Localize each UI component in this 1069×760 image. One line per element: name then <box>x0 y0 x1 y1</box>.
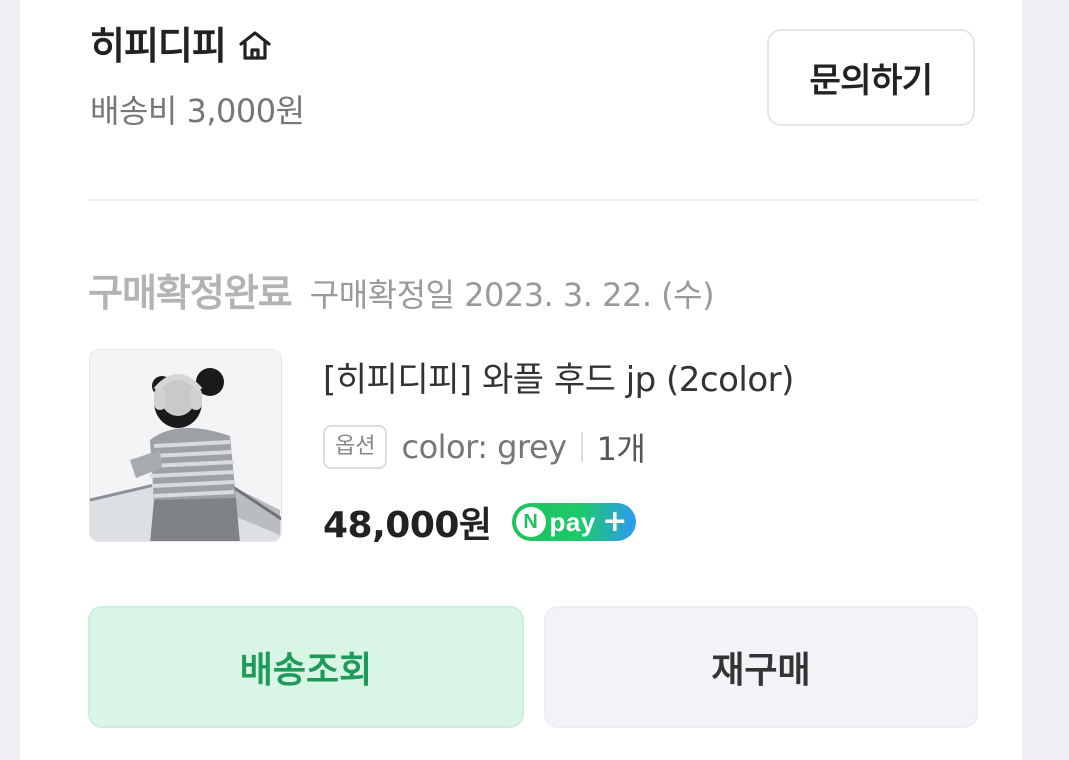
npay-n-mark: N <box>515 507 546 537</box>
option-quantity: 1개 <box>596 430 646 468</box>
naver-pay-plus-icon: N pay + <box>511 503 636 541</box>
inquiry-button[interactable]: 문의하기 <box>767 29 975 126</box>
product-thumbnail[interactable] <box>89 349 282 542</box>
price: 48,000원 <box>323 505 492 546</box>
option-value: color: grey <box>401 428 567 466</box>
npay-plus-mark: + <box>602 504 628 539</box>
product-name[interactable]: [히피디피] 와플 후드 jp (2color) <box>323 357 794 403</box>
home-icon[interactable] <box>236 27 274 65</box>
track-delivery-button[interactable]: 배송조회 <box>88 606 524 728</box>
price-row: 48,000원 N pay + <box>323 494 636 550</box>
divider <box>88 199 979 201</box>
shipping-fee: 배송비 3,000원 <box>90 92 305 130</box>
store-name[interactable]: 히피디피 <box>90 22 227 70</box>
option-separator <box>580 432 583 462</box>
confirm-date: 구매확정일 2023. 3. 22. (수) <box>309 276 715 314</box>
option-row: 옵션 color: grey 1개 <box>323 422 646 472</box>
rebuy-button[interactable]: 재구매 <box>544 606 978 728</box>
order-card: 히피디피 배송비 3,000원 문의하기 구매확정완료 구매확정일 2023. … <box>20 0 1022 760</box>
option-badge: 옵션 <box>323 425 388 469</box>
order-status-row: 구매확정완료 구매확정일 2023. 3. 22. (수) <box>88 262 715 317</box>
npay-text: pay <box>549 506 596 537</box>
order-status: 구매확정완료 <box>88 271 293 315</box>
store-header[interactable]: 히피디피 <box>90 22 274 70</box>
